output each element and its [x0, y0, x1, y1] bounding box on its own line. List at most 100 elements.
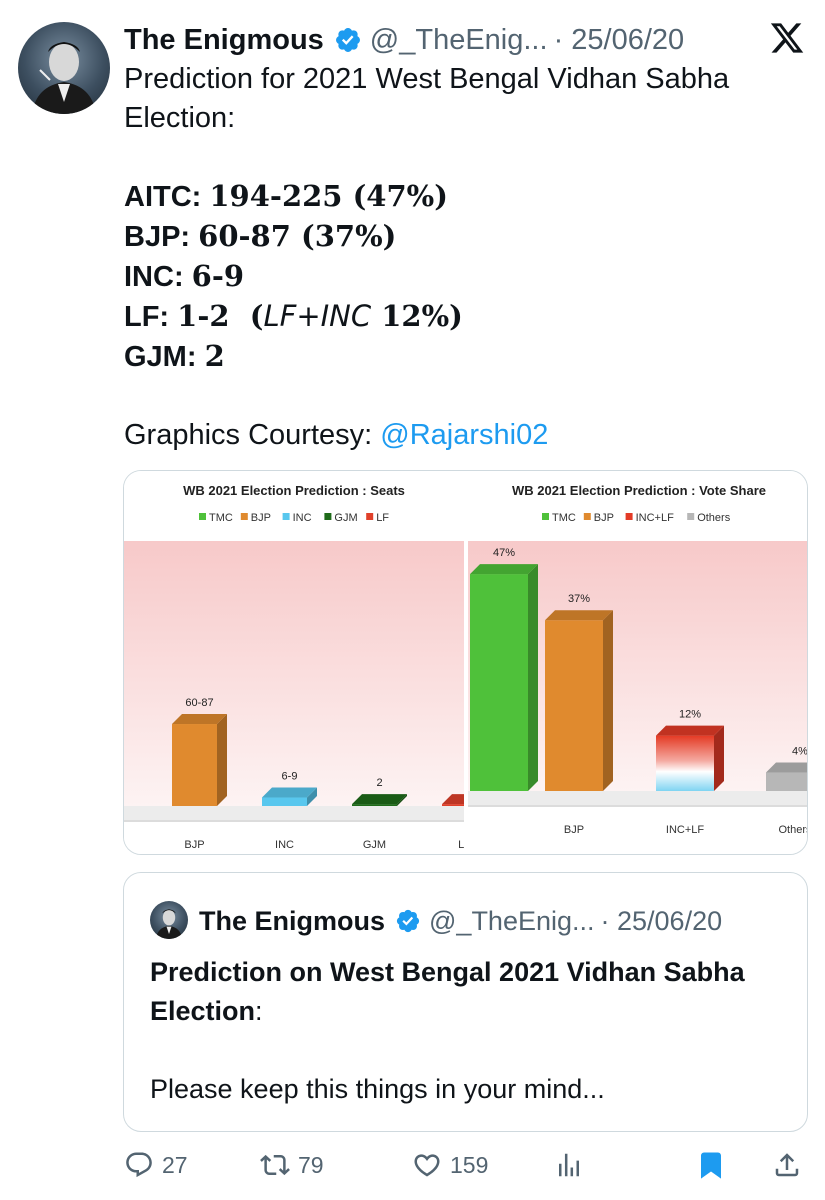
prediction-bjp: BJP: 60-87 (37%)	[124, 217, 804, 257]
bar	[352, 804, 397, 806]
party-label: GJM:	[124, 341, 205, 373]
legend-swatch	[583, 513, 591, 520]
legend-swatch	[542, 513, 549, 520]
bar-side	[528, 564, 538, 791]
bar-top	[545, 610, 613, 621]
party-label: BJP:	[124, 221, 199, 253]
quoted-tweet-date[interactable]: · 25/06/20	[601, 906, 723, 937]
tweet-line: Prediction for 2021 West Bengal Vidhan S…	[124, 63, 730, 95]
chart-floor-edge	[468, 805, 807, 807]
legend-swatch	[366, 513, 374, 520]
party-value: 194-225 (47%)	[209, 179, 448, 213]
prediction-inc: INC: 6-9	[124, 257, 804, 297]
party-value: 1-2	[177, 299, 230, 333]
author-handle[interactable]: @_TheEnig...	[370, 24, 548, 57]
bookmark-button[interactable]	[696, 1143, 726, 1187]
share-button[interactable]	[772, 1143, 802, 1187]
legend-swatch	[324, 513, 332, 520]
tweet-media-charts[interactable]: WB 2021 Election Prediction : Seats TMC BJ…	[123, 470, 808, 855]
prediction-gjm: GJM: 2	[124, 337, 804, 377]
tick-label: GJM	[363, 839, 386, 851]
chart-title: WB 2021 Election Prediction : Seats	[183, 483, 405, 498]
bar-side	[714, 725, 724, 791]
heart-icon	[414, 1154, 440, 1177]
courtesy-line: Graphics Courtesy: @Rajarshi02	[124, 416, 804, 455]
bar-side	[217, 714, 227, 806]
party-note-value: 12%)	[371, 299, 463, 333]
quoted-author-name[interactable]: The Enigmous	[199, 906, 385, 937]
legend-label: BJP	[251, 512, 271, 524]
tick-label: INC	[275, 839, 294, 851]
bookmark-icon	[701, 1152, 721, 1179]
paren-open: (	[229, 299, 264, 333]
bar-side	[603, 610, 613, 791]
tweet-header: The Enigmous @_TheEnig... · 25/06/20	[124, 20, 805, 60]
legend-label: GJM	[334, 512, 357, 524]
bar	[766, 772, 807, 791]
party-label: INC:	[124, 261, 192, 293]
quoted-tweet[interactable]: The Enigmous @_TheEnig... · 25/06/20 Pre…	[123, 872, 808, 1132]
quoted-author-handle[interactable]: @_TheEnig...	[429, 906, 595, 937]
legend-swatch	[199, 513, 206, 520]
verified-badge-icon	[334, 26, 362, 54]
legend-label: INC	[293, 512, 312, 524]
bar	[172, 724, 217, 806]
chart-floor	[124, 806, 464, 820]
data-label: 37%	[568, 593, 590, 605]
data-label: 12%	[679, 709, 701, 721]
chart-floor-edge	[124, 820, 464, 822]
analytics-icon	[559, 1153, 579, 1177]
bar	[656, 735, 714, 791]
quoted-author-avatar[interactable]	[150, 901, 188, 939]
bar-top	[470, 564, 538, 575]
tick-label: BJP	[564, 824, 584, 836]
share-icon	[775, 1153, 799, 1177]
repost-icon	[260, 1154, 290, 1176]
tweet-date[interactable]: · 25/06/20	[554, 24, 685, 57]
data-label: 2	[376, 777, 382, 789]
quoted-tweet-text: Prediction on West Bengal 2021 Vidhan Sa…	[150, 953, 790, 1109]
author-avatar[interactable]	[18, 22, 110, 114]
party-value: 6-9	[191, 259, 245, 293]
tweet-text: Prediction for 2021 West Bengal Vidhan S…	[124, 60, 804, 455]
reply-icon	[126, 1152, 152, 1178]
legend-swatch	[625, 513, 633, 520]
data-label: 47%	[493, 547, 515, 559]
verified-badge-icon	[395, 908, 421, 934]
legend-swatch	[282, 513, 290, 520]
quoted-colon: :	[255, 996, 263, 1026]
panel-divider	[464, 471, 468, 854]
bar-top	[656, 725, 724, 736]
repost-button[interactable]: 79	[260, 1143, 324, 1187]
party-value: 60-87 (37%)	[198, 219, 397, 253]
analytics-button[interactable]	[554, 1143, 584, 1187]
quoted-tweet-header: The Enigmous @_TheEnig... · 25/06/20	[199, 901, 722, 941]
party-label: AITC:	[124, 181, 210, 213]
data-label: 4%	[792, 746, 808, 758]
courtesy-label: Graphics Courtesy:	[124, 419, 381, 451]
party-note: LF+INC	[263, 299, 372, 333]
vote-share-chart: WB 2021 Election Prediction : Vote Share…	[468, 471, 808, 854]
legend-swatch	[240, 513, 248, 520]
chart-title: WB 2021 Election Prediction : Vote Share	[512, 483, 766, 498]
prediction-lf: LF: 1-2 (LF+INC 12%)	[124, 297, 804, 337]
party-value: 2	[204, 339, 225, 373]
author-name[interactable]: The Enigmous	[124, 24, 324, 57]
bar	[262, 797, 307, 806]
quoted-line: Prediction on West Bengal 2021 Vidhan Sa…	[150, 957, 745, 987]
reply-button[interactable]: 27	[124, 1143, 188, 1187]
tick-label: BJP	[184, 839, 204, 851]
like-button[interactable]: 159	[412, 1143, 488, 1187]
x-logo-icon[interactable]	[769, 20, 805, 56]
legend-label: INC+LF	[636, 512, 674, 524]
tick-label: INC+LF	[666, 824, 704, 836]
repost-count: 79	[298, 1151, 324, 1178]
bar	[470, 574, 528, 791]
legend-label: Others	[697, 512, 731, 524]
data-label: 60-87	[185, 697, 213, 709]
chart-floor	[468, 791, 807, 805]
courtesy-mention-link[interactable]: @Rajarshi02	[380, 419, 548, 451]
legend-label: LF	[376, 512, 389, 524]
